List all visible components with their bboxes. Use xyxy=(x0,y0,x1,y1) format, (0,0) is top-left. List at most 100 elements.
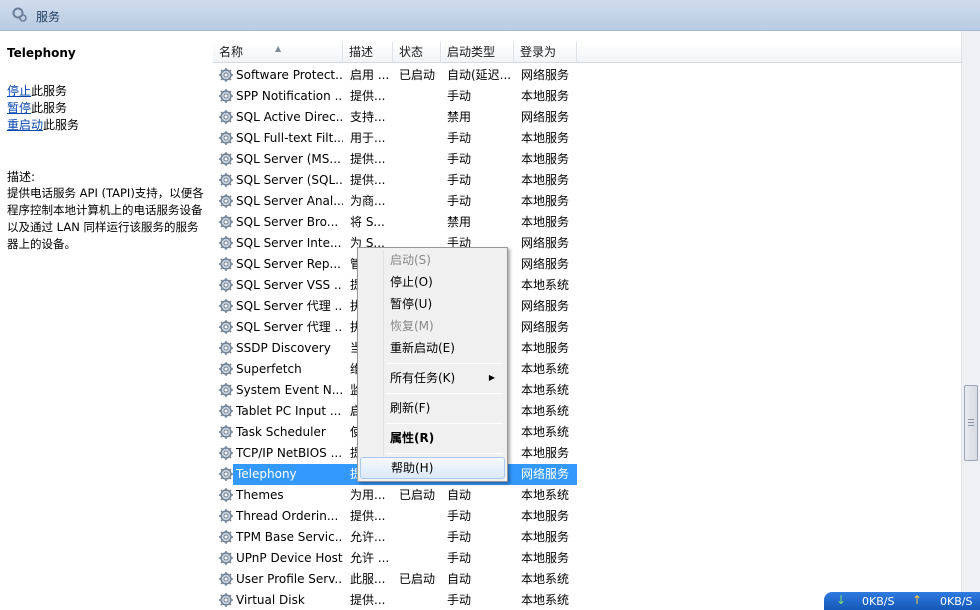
menu-separator xyxy=(386,453,503,454)
service-name: User Profile Serv... xyxy=(236,572,343,586)
column-logon-as[interactable]: 登录为 xyxy=(514,42,577,63)
menu-item-all-tasks[interactable]: 所有任务(K) ▶ xyxy=(360,367,505,389)
service-row[interactable]: User Profile Serv... 此服... 已启动 自动 本地系统 xyxy=(213,569,961,590)
service-name: System Event N... xyxy=(236,383,343,397)
upload-speed: 0KB/S xyxy=(940,595,973,608)
service-logon-as: 本地服务 xyxy=(521,530,570,544)
service-name: SQL Server 代理 ... xyxy=(236,320,343,334)
service-description: 提供... xyxy=(350,152,386,166)
service-name: SQL Server VSS ... xyxy=(236,278,343,292)
service-row[interactable]: SQL Server Rep...管...网络服务 xyxy=(213,254,961,275)
restart-service-link[interactable]: 重启动 xyxy=(7,118,43,132)
service-startup-type: 自动(延迟... xyxy=(447,68,512,82)
service-row[interactable]: SQL Full-text Filt... 用于... 手动 本地服务 xyxy=(213,128,961,149)
menu-item-resume[interactable]: 恢复(M) xyxy=(360,315,505,337)
service-status xyxy=(399,107,445,128)
service-status xyxy=(399,170,445,191)
service-row[interactable]: SPP Notification ... 提供... 手动 本地服务 xyxy=(213,86,961,107)
services-list: 名称 ▲ 描述 状态 启动类型 登录为 Software Protect... 启… xyxy=(213,31,961,610)
service-name: SQL Server Rep... xyxy=(236,257,341,271)
vertical-scrollbar[interactable] xyxy=(961,31,980,600)
menu-separator xyxy=(386,363,503,364)
service-gear-icon xyxy=(218,487,234,503)
service-name: Task Scheduler xyxy=(236,425,326,439)
service-gear-icon xyxy=(218,340,234,356)
service-gear-icon xyxy=(218,193,234,209)
service-name: SPP Notification ... xyxy=(236,89,343,103)
service-startup-type: 手动 xyxy=(447,173,472,187)
submenu-arrow-icon: ▶ xyxy=(488,373,495,382)
menu-item-refresh[interactable]: 刷新(F) xyxy=(360,397,505,419)
service-row[interactable]: Task Scheduler使...本地系统 xyxy=(213,422,961,443)
service-row[interactable]: Themes 为用... 已启动 自动 本地系统 xyxy=(213,485,961,506)
service-row[interactable]: TPM Base Servic... 允许... 手动 本地服务 xyxy=(213,527,961,548)
service-gear-icon xyxy=(218,214,234,230)
service-status: 已启动 xyxy=(399,572,436,586)
menu-item-start[interactable]: 启动(S) xyxy=(360,249,505,271)
column-description[interactable]: 描述 xyxy=(343,42,393,63)
service-row[interactable]: SQL Active Direc... 支持... 禁用 网络服务 xyxy=(213,107,961,128)
service-logon-as: 本地系统 xyxy=(521,593,570,607)
service-row[interactable]: SQL Server 代理 ...执...网络服务 xyxy=(213,296,961,317)
service-row[interactable]: Superfetch维...本地系统 xyxy=(213,359,961,380)
menu-item-restart[interactable]: 重新启动(E) xyxy=(360,337,505,359)
service-row[interactable]: SQL Server (SQL... 提供... 手动 本地服务 xyxy=(213,170,961,191)
service-gear-icon xyxy=(218,550,234,566)
service-description: 为商... xyxy=(350,194,386,208)
service-name: SQL Server Inte... xyxy=(236,236,342,250)
service-row[interactable]: SQL Server 代理 ...执...网络服务 xyxy=(213,317,961,338)
stop-service-link[interactable]: 停止 xyxy=(7,84,31,98)
service-gear-icon xyxy=(218,130,234,146)
service-startup-type: 手动 xyxy=(447,530,472,544)
service-row[interactable]: Tablet PC Input ...启...本地系统 xyxy=(213,401,961,422)
service-status xyxy=(399,527,445,548)
service-startup-type: 自动 xyxy=(447,572,472,586)
column-startup-type[interactable]: 启动类型 xyxy=(441,42,514,63)
service-status xyxy=(399,212,445,233)
network-speed-widget: ↓ 0KB/S ↑ 0KB/S xyxy=(824,592,980,610)
service-title: Telephony xyxy=(7,46,76,60)
service-row[interactable]: Thread Orderin... 提供... 手动 本地服务 xyxy=(213,506,961,527)
service-row[interactable]: SQL Server Bro... 将 S... 禁用 本地服务 xyxy=(213,212,961,233)
service-logon-as: 网络服务 xyxy=(521,236,570,250)
service-logon-as: 本地服务 xyxy=(521,551,570,565)
service-logon-as: 本地服务 xyxy=(521,194,570,208)
service-name: SQL Active Direc... xyxy=(236,110,343,124)
menu-item-all-tasks-label: 所有任务(K) xyxy=(390,371,456,385)
service-gear-icon xyxy=(218,109,234,125)
service-startup-type: 手动 xyxy=(447,89,472,103)
service-name: UPnP Device Host xyxy=(236,551,343,565)
service-row[interactable]: System Event N...监...本地系统 xyxy=(213,380,961,401)
service-row[interactable]: SSDP Discovery当...本地服务 xyxy=(213,338,961,359)
service-description: 提供... xyxy=(350,89,386,103)
service-row[interactable]: TCP/IP NetBIOS ...提...本地服务 xyxy=(213,443,961,464)
service-description: 允许 ... xyxy=(350,551,390,565)
service-startup-type: 禁用 xyxy=(447,215,472,229)
restart-service-suffix: 此服务 xyxy=(43,118,80,132)
service-logon-as: 本地系统 xyxy=(521,572,570,586)
column-name[interactable]: 名称 ▲ xyxy=(213,42,343,63)
service-actions: 停止此服务 暂停此服务 重启动此服务 xyxy=(7,83,79,134)
menu-item-properties[interactable]: 属性(R) xyxy=(360,427,505,449)
service-row[interactable]: SQL Server Anal... 为商... 手动 本地服务 xyxy=(213,191,961,212)
service-row[interactable]: SQL Server (MS... 提供... 手动 本地服务 xyxy=(213,149,961,170)
service-row[interactable]: SQL Server VSS ...提...本地系统 xyxy=(213,275,961,296)
service-status xyxy=(399,506,445,527)
service-row[interactable]: Software Protect... 启用 ... 已启动 自动(延迟... 网络服务 xyxy=(213,65,961,86)
scrollbar-thumb[interactable] xyxy=(964,385,978,461)
menu-item-stop[interactable]: 停止(O) xyxy=(360,271,505,293)
service-name: SQL Server (SQL... xyxy=(236,173,343,187)
service-row[interactable]: UPnP Device Host 允许 ... 手动 本地服务 xyxy=(213,548,961,569)
description-text: 提供电话服务 API (TAPI)支持，以便各程序控制本地计算机上的电话服务设备… xyxy=(7,186,204,251)
column-status[interactable]: 状态 xyxy=(393,42,441,63)
menu-item-help[interactable]: 帮助(H) xyxy=(360,457,505,479)
service-description: 用于... xyxy=(350,131,386,145)
service-row[interactable]: Telephony提...网络服务 xyxy=(213,464,961,485)
pause-service-link[interactable]: 暂停 xyxy=(7,101,31,115)
service-name: Themes xyxy=(236,488,284,502)
service-status xyxy=(399,548,445,569)
service-description: 允许... xyxy=(350,530,386,544)
menu-item-pause[interactable]: 暂停(U) xyxy=(360,293,505,315)
service-row[interactable]: SQL Server Inte... 为 S... 手动 网络服务 xyxy=(213,233,961,254)
service-gear-icon xyxy=(218,361,234,377)
